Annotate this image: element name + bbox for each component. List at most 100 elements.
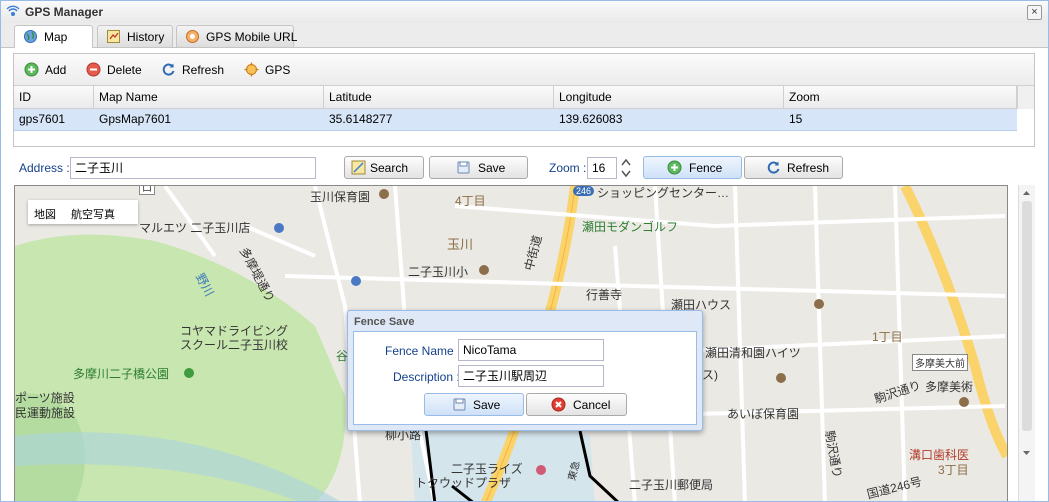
map-label: マルエツ 二子玉川店 bbox=[139, 221, 251, 235]
address-label: Address : bbox=[19, 161, 70, 175]
map-label: 246 bbox=[573, 186, 595, 196]
school-pin-icon bbox=[479, 265, 489, 275]
map-label: 民運動施設 bbox=[15, 406, 76, 420]
school-pin-icon bbox=[959, 397, 969, 407]
dialog-title: Fence Save bbox=[354, 316, 415, 328]
map-label: 多摩美大前 bbox=[912, 354, 968, 371]
tab-bar: Map History GPS Mobile URL bbox=[1, 23, 1048, 48]
fence-save-dialog: Fence Save Fence Name : NicoTama Descrip… bbox=[347, 310, 703, 431]
map-label: 多摩川二子橋公園 bbox=[73, 367, 170, 381]
fence-name-input[interactable]: NicoTama bbox=[458, 339, 604, 361]
map-label: 瀬田清和園ハイツ bbox=[705, 346, 801, 360]
map-label: 玉川保育園 bbox=[310, 190, 371, 204]
scroll-thumb[interactable] bbox=[1022, 201, 1032, 431]
save-icon bbox=[453, 398, 466, 411]
shop-pin-icon bbox=[274, 223, 284, 233]
zoom-label: Zoom : bbox=[549, 161, 587, 175]
map-label: 玉川 bbox=[447, 237, 474, 252]
zoom-spinner-icon[interactable] bbox=[620, 157, 632, 179]
history-icon bbox=[107, 30, 120, 43]
map-type-satellite-button[interactable]: 航空写真 bbox=[71, 206, 115, 222]
refresh-icon bbox=[767, 161, 780, 174]
close-button[interactable]: × bbox=[1027, 5, 1042, 20]
grid-header: ID Map Name Latitude Longitude Zoom bbox=[14, 86, 1017, 109]
map-label: 瀬田モダンゴルフ bbox=[582, 220, 679, 234]
column-header-longitude[interactable]: Longitude bbox=[554, 86, 784, 108]
tab-gps-mobile-url[interactable]: GPS Mobile URL bbox=[176, 25, 298, 47]
add-button[interactable]: Add bbox=[24, 61, 78, 79]
map-label: 行善寺 bbox=[586, 288, 623, 302]
map-label: スクール二子玉川校 bbox=[180, 338, 289, 352]
scroll-down-icon[interactable] bbox=[1022, 449, 1031, 457]
tab-label: GPS Mobile URL bbox=[206, 30, 298, 44]
mobile-url-icon bbox=[186, 30, 199, 43]
map-label: 1丁目 bbox=[872, 330, 903, 344]
tab-label: Map bbox=[44, 30, 68, 44]
save-address-button[interactable]: Save bbox=[429, 156, 528, 179]
fence-name-label: Fence Name : bbox=[385, 344, 461, 358]
cell-latitude: 35.6148277 bbox=[329, 112, 393, 126]
add-fence-icon bbox=[667, 160, 682, 175]
column-header-map-name[interactable]: Map Name bbox=[94, 86, 324, 108]
map-label: ショッピングセンター… bbox=[597, 186, 730, 200]
address-input[interactable]: 二子玉川 bbox=[70, 157, 316, 179]
gps-grid-panel: Add Delete Refresh GPS ID Map Name Latit… bbox=[13, 53, 1035, 147]
map-label: 3丁目 bbox=[938, 463, 969, 477]
map-label: 二子玉川郵便局 bbox=[629, 478, 714, 492]
parking-pin-icon bbox=[814, 299, 824, 309]
tab-label: History bbox=[127, 30, 165, 44]
globe-icon bbox=[24, 30, 37, 43]
park-pin-icon bbox=[184, 368, 194, 378]
grid-scrollbar[interactable] bbox=[1017, 86, 1034, 109]
description-input[interactable]: 二子玉川駅周辺 bbox=[458, 365, 604, 387]
map-label: 二子玉川小 bbox=[408, 265, 469, 279]
shop-pin-icon bbox=[351, 276, 361, 286]
address-form: Address : 二子玉川 Search Save Zoom : 16 Fen… bbox=[1, 151, 1048, 183]
gps-icon bbox=[244, 62, 259, 77]
school-pin-icon bbox=[776, 373, 786, 383]
window-title: GPS Manager bbox=[25, 5, 104, 19]
map-label: あいぼ保育園 bbox=[727, 407, 800, 421]
shop-pin-icon bbox=[536, 465, 546, 475]
map-label: 4丁目 bbox=[455, 194, 486, 208]
map-label: 多摩美術 bbox=[925, 380, 974, 394]
map-type-toggle: 地図 航空写真 bbox=[28, 200, 138, 224]
gps-manager-window: GPS Manager × Map History GPS Mobile URL… bbox=[0, 0, 1049, 502]
refresh-icon bbox=[162, 63, 175, 76]
table-row[interactable]: gps7601 GpsMap7601 35.6148277 139.626083… bbox=[14, 109, 1017, 131]
description-label: Description : bbox=[393, 370, 460, 384]
column-header-id[interactable]: ID bbox=[14, 86, 94, 108]
tab-history[interactable]: History bbox=[97, 25, 173, 47]
zoom-input[interactable]: 16 bbox=[587, 157, 617, 179]
title-bar: GPS Manager × bbox=[1, 1, 1048, 24]
refresh-button[interactable]: Refresh bbox=[161, 61, 231, 79]
school-pin-icon bbox=[379, 189, 389, 199]
gps-antenna-icon bbox=[6, 5, 20, 16]
map-label: 口 bbox=[139, 186, 155, 195]
save-icon bbox=[457, 161, 470, 174]
map-type-map-button[interactable]: 地図 bbox=[34, 206, 56, 222]
dialog-cancel-button[interactable]: Cancel bbox=[526, 393, 627, 416]
window-scrollbar[interactable] bbox=[1018, 185, 1035, 501]
tab-map[interactable]: Map bbox=[14, 25, 93, 48]
refresh-map-button[interactable]: Refresh bbox=[744, 156, 843, 179]
fence-button[interactable]: Fence bbox=[643, 156, 742, 179]
dialog-body: Fence Name : NicoTama Description : 二子玉川… bbox=[353, 331, 697, 425]
dialog-save-button[interactable]: Save bbox=[424, 393, 524, 416]
cell-longitude: 139.626083 bbox=[559, 112, 623, 126]
delete-icon bbox=[86, 62, 101, 77]
gps-button[interactable]: GPS bbox=[244, 61, 294, 79]
cell-id: gps7601 bbox=[19, 112, 66, 126]
map-label: トクウッドプラザ bbox=[415, 476, 512, 490]
search-map-icon bbox=[351, 160, 366, 175]
search-button[interactable]: Search bbox=[344, 156, 424, 179]
cell-map-name: GpsMap7601 bbox=[99, 112, 172, 126]
column-header-latitude[interactable]: Latitude bbox=[324, 86, 554, 108]
cell-zoom: 15 bbox=[789, 112, 803, 126]
scroll-up-icon[interactable] bbox=[1022, 189, 1031, 197]
add-icon bbox=[24, 62, 39, 77]
delete-button[interactable]: Delete bbox=[86, 61, 148, 79]
cancel-icon bbox=[551, 397, 566, 412]
grid-toolbar: Add Delete Refresh GPS bbox=[14, 54, 1034, 86]
column-header-zoom[interactable]: Zoom bbox=[784, 86, 1017, 108]
